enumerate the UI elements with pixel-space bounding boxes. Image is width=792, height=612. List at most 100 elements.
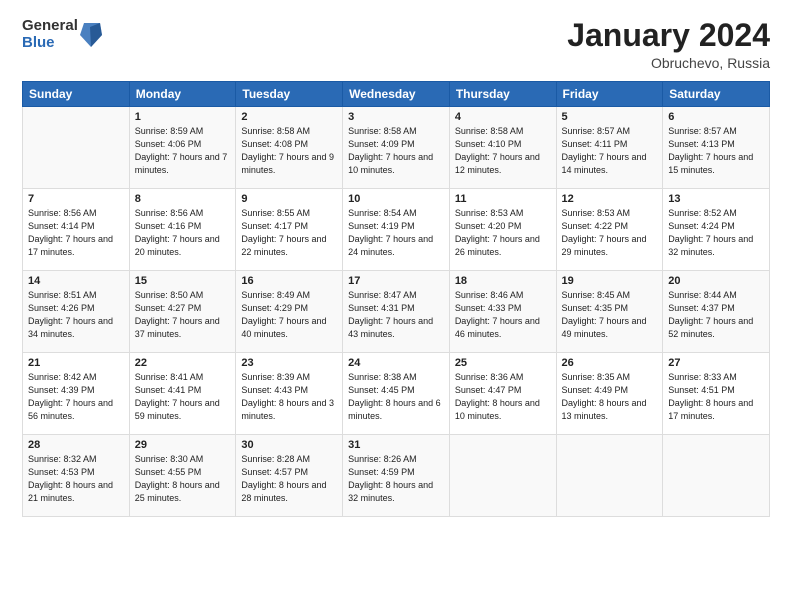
day-number: 17 — [348, 275, 444, 287]
logo-icon — [80, 21, 102, 49]
header: General Blue January 2024 Obruchevo, Rus… — [22, 18, 770, 71]
calendar-cell: 5Sunrise: 8:57 AMSunset: 4:11 PMDaylight… — [556, 107, 663, 189]
calendar-cell: 27 Sunrise: 8:33 AMSunset: 4:51 PMDayligh… — [663, 353, 770, 435]
day-info: Sunrise: 8:51 AMSunset: 4:26 PMDaylight:… — [28, 289, 124, 341]
calendar-cell: 21 Sunrise: 8:42 AMSunset: 4:39 PMDayligh… — [23, 353, 130, 435]
calendar-cell: 18 Sunrise: 8:46 AMSunset: 4:33 PMDayligh… — [449, 271, 556, 353]
header-monday: Monday — [129, 82, 236, 107]
day-info: Sunrise: 8:30 AMSunset: 4:55 PMDaylight:… — [135, 453, 231, 505]
calendar-cell: 22 Sunrise: 8:41 AMSunset: 4:41 PMDayligh… — [129, 353, 236, 435]
calendar-cell: 30 Sunrise: 8:28 AMSunset: 4:57 PMDayligh… — [236, 435, 343, 517]
header-wednesday: Wednesday — [343, 82, 450, 107]
day-info: Sunrise: 8:33 AMSunset: 4:51 PMDaylight:… — [668, 371, 764, 423]
day-number: 2 — [241, 111, 337, 123]
header-sunday: Sunday — [23, 82, 130, 107]
day-info: Sunrise: 8:55 AMSunset: 4:17 PMDaylight:… — [241, 207, 337, 259]
calendar-header: Sunday Monday Tuesday Wednesday Thursday… — [23, 82, 770, 107]
day-info: Sunrise: 8:28 AMSunset: 4:57 PMDaylight:… — [241, 453, 337, 505]
day-number: 23 — [241, 357, 337, 369]
page: General Blue January 2024 Obruchevo, Rus… — [0, 0, 792, 612]
day-info: Sunrise: 8:42 AMSunset: 4:39 PMDaylight:… — [28, 371, 124, 423]
calendar-cell: 17 Sunrise: 8:47 AMSunset: 4:31 PMDayligh… — [343, 271, 450, 353]
day-number: 30 — [241, 439, 337, 451]
calendar-week-4: 28Sunrise: 8:32 AMSunset: 4:53 PMDayligh… — [23, 435, 770, 517]
day-info: Sunrise: 8:56 AMSunset: 4:14 PMDaylight:… — [28, 207, 124, 259]
day-number: 31 — [348, 439, 444, 451]
calendar-cell: 6 Sunrise: 8:57 AMSunset: 4:13 PMDaylight… — [663, 107, 770, 189]
calendar-cell: 26Sunrise: 8:35 AMSunset: 4:49 PMDayligh… — [556, 353, 663, 435]
day-info: Sunrise: 8:56 AMSunset: 4:16 PMDaylight:… — [135, 207, 231, 259]
day-number: 13 — [668, 193, 764, 205]
calendar-cell — [23, 107, 130, 189]
header-row: Sunday Monday Tuesday Wednesday Thursday… — [23, 82, 770, 107]
calendar-cell: 2 Sunrise: 8:58 AMSunset: 4:08 PMDaylight… — [236, 107, 343, 189]
day-info: Sunrise: 8:59 AMSunset: 4:06 PMDaylight:… — [135, 125, 231, 177]
calendar-cell: 13 Sunrise: 8:52 AMSunset: 4:24 PMDayligh… — [663, 189, 770, 271]
day-number: 6 — [668, 111, 764, 123]
calendar-cell: 19 Sunrise: 8:45 AMSunset: 4:35 PMDayligh… — [556, 271, 663, 353]
calendar-cell: 8Sunrise: 8:56 AMSunset: 4:16 PMDaylight… — [129, 189, 236, 271]
header-friday: Friday — [556, 82, 663, 107]
calendar-cell: 3Sunrise: 8:58 AMSunset: 4:09 PMDaylight… — [343, 107, 450, 189]
calendar-cell — [663, 435, 770, 517]
calendar-cell: 23 Sunrise: 8:39 AMSunset: 4:43 PMDayligh… — [236, 353, 343, 435]
calendar-week-0: 1 Sunrise: 8:59 AMSunset: 4:06 PMDaylight… — [23, 107, 770, 189]
day-number: 10 — [348, 193, 444, 205]
calendar-cell: 11 Sunrise: 8:53 AMSunset: 4:20 PMDayligh… — [449, 189, 556, 271]
day-number: 9 — [241, 193, 337, 205]
calendar: Sunday Monday Tuesday Wednesday Thursday… — [22, 81, 770, 598]
day-number: 1 — [135, 111, 231, 123]
day-info: Sunrise: 8:32 AMSunset: 4:53 PMDaylight:… — [28, 453, 124, 505]
day-info: Sunrise: 8:54 AMSunset: 4:19 PMDaylight:… — [348, 207, 444, 259]
day-info: Sunrise: 8:49 AMSunset: 4:29 PMDaylight:… — [241, 289, 337, 341]
day-number: 19 — [562, 275, 658, 287]
calendar-week-2: 14 Sunrise: 8:51 AMSunset: 4:26 PMDayligh… — [23, 271, 770, 353]
day-number: 11 — [455, 193, 551, 205]
calendar-cell: 14 Sunrise: 8:51 AMSunset: 4:26 PMDayligh… — [23, 271, 130, 353]
day-info: Sunrise: 8:36 AMSunset: 4:47 PMDaylight:… — [455, 371, 551, 423]
day-number: 16 — [241, 275, 337, 287]
day-number: 12 — [562, 193, 658, 205]
calendar-cell: 25 Sunrise: 8:36 AMSunset: 4:47 PMDayligh… — [449, 353, 556, 435]
header-saturday: Saturday — [663, 82, 770, 107]
day-number: 7 — [28, 193, 124, 205]
logo-text: General Blue — [22, 18, 78, 51]
day-number: 29 — [135, 439, 231, 451]
day-info: Sunrise: 8:38 AMSunset: 4:45 PMDaylight:… — [348, 371, 444, 423]
day-info: Sunrise: 8:58 AMSunset: 4:09 PMDaylight:… — [348, 125, 444, 177]
day-number: 21 — [28, 357, 124, 369]
calendar-cell: 28Sunrise: 8:32 AMSunset: 4:53 PMDayligh… — [23, 435, 130, 517]
day-info: Sunrise: 8:57 AMSunset: 4:11 PMDaylight:… — [562, 125, 658, 177]
calendar-week-1: 7 Sunrise: 8:56 AMSunset: 4:14 PMDaylight… — [23, 189, 770, 271]
day-info: Sunrise: 8:53 AMSunset: 4:20 PMDaylight:… — [455, 207, 551, 259]
logo-blue: Blue — [22, 35, 78, 52]
calendar-cell: 9 Sunrise: 8:55 AMSunset: 4:17 PMDaylight… — [236, 189, 343, 271]
title-block: January 2024 Obruchevo, Russia — [567, 18, 770, 71]
day-number: 18 — [455, 275, 551, 287]
calendar-cell: 12 Sunrise: 8:53 AMSunset: 4:22 PMDayligh… — [556, 189, 663, 271]
day-info: Sunrise: 8:53 AMSunset: 4:22 PMDaylight:… — [562, 207, 658, 259]
day-info: Sunrise: 8:57 AMSunset: 4:13 PMDaylight:… — [668, 125, 764, 177]
calendar-cell: 31Sunrise: 8:26 AMSunset: 4:59 PMDayligh… — [343, 435, 450, 517]
day-info: Sunrise: 8:45 AMSunset: 4:35 PMDaylight:… — [562, 289, 658, 341]
day-info: Sunrise: 8:47 AMSunset: 4:31 PMDaylight:… — [348, 289, 444, 341]
calendar-cell — [556, 435, 663, 517]
day-number: 22 — [135, 357, 231, 369]
day-info: Sunrise: 8:46 AMSunset: 4:33 PMDaylight:… — [455, 289, 551, 341]
day-number: 14 — [28, 275, 124, 287]
header-tuesday: Tuesday — [236, 82, 343, 107]
day-number: 25 — [455, 357, 551, 369]
day-number: 26 — [562, 357, 658, 369]
day-info: Sunrise: 8:52 AMSunset: 4:24 PMDaylight:… — [668, 207, 764, 259]
day-number: 15 — [135, 275, 231, 287]
day-info: Sunrise: 8:39 AMSunset: 4:43 PMDaylight:… — [241, 371, 337, 423]
day-info: Sunrise: 8:41 AMSunset: 4:41 PMDaylight:… — [135, 371, 231, 423]
calendar-cell: 16 Sunrise: 8:49 AMSunset: 4:29 PMDayligh… — [236, 271, 343, 353]
calendar-cell: 15Sunrise: 8:50 AMSunset: 4:27 PMDayligh… — [129, 271, 236, 353]
logo: General Blue — [22, 18, 102, 51]
calendar-cell: 4Sunrise: 8:58 AMSunset: 4:10 PMDaylight… — [449, 107, 556, 189]
day-number: 27 — [668, 357, 764, 369]
calendar-cell — [449, 435, 556, 517]
day-info: Sunrise: 8:58 AMSunset: 4:08 PMDaylight:… — [241, 125, 337, 177]
calendar-week-3: 21 Sunrise: 8:42 AMSunset: 4:39 PMDayligh… — [23, 353, 770, 435]
